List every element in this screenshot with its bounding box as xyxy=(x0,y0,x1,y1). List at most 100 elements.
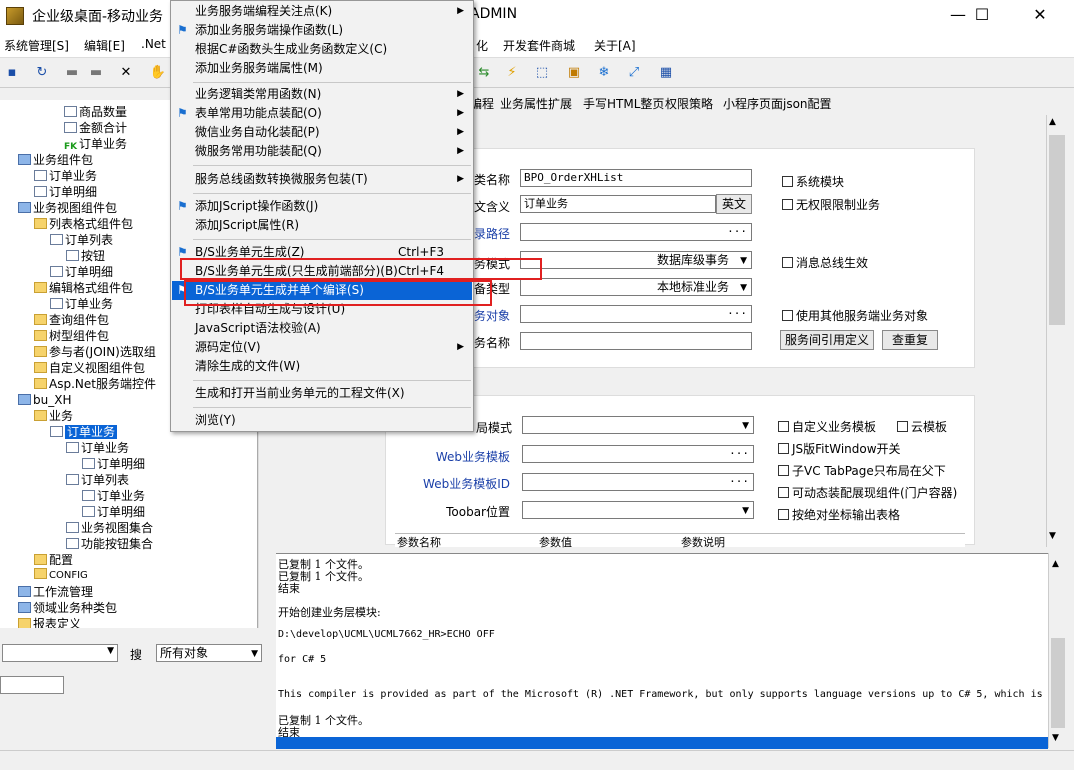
menu-item[interactable]: 微服务常用功能装配(Q) ▶ xyxy=(172,142,472,161)
tree-node[interactable]: 订单明细 xyxy=(82,456,145,472)
transaction-mode-select[interactable]: 数据库级事务 ▼ xyxy=(520,251,752,269)
tree-node[interactable]: 订单明细 xyxy=(82,504,145,520)
menu-net[interactable]: .Net xyxy=(141,37,166,51)
menu-item[interactable]: JavaScript语法校验(A) xyxy=(172,319,472,338)
english-button[interactable]: 英文 xyxy=(716,194,752,214)
menu-item[interactable]: 微信业务自动化装配(P) ▶ xyxy=(172,123,472,142)
browse-icon[interactable]: ··· xyxy=(727,224,747,240)
menu-item[interactable]: 服务总线函数转换微服务包装(T) ▶ xyxy=(172,170,472,189)
tree-node[interactable]: 订单业务 xyxy=(34,168,97,184)
menu-about[interactable]: 关于[A] xyxy=(594,37,636,54)
menu-item[interactable]: 源码定位(V) ▶ xyxy=(172,338,472,357)
js-fitwindow-checkbox[interactable]: JS版FitWindow开关 xyxy=(778,440,901,457)
tree-node[interactable]: bu_XH xyxy=(18,392,71,408)
menu-system[interactable]: 系统管理[S] xyxy=(4,37,69,54)
tree-node[interactable]: 订单明细 xyxy=(50,264,113,280)
custom-template-checkbox[interactable]: 自定义业务模板 xyxy=(778,418,876,435)
tree-node[interactable]: 业务视图集合 xyxy=(66,520,153,536)
copy-icon[interactable]: ▬ xyxy=(86,63,106,83)
menu-item[interactable]: 业务逻辑类常用函数(N) ▶ xyxy=(172,85,472,104)
menu-item[interactable]: 添加业务服务端属性(M) xyxy=(172,59,472,78)
tree-node[interactable]: 订单列表 xyxy=(50,232,113,248)
system-module-checkbox[interactable]: 系统模块 xyxy=(782,173,844,190)
menu-item[interactable]: ⚑ 添加业务服务端操作函数(L) xyxy=(172,21,472,40)
menu-edit[interactable]: 编辑[E] xyxy=(84,37,125,54)
service-object-input[interactable]: ··· xyxy=(520,305,752,323)
browse-icon[interactable]: ··· xyxy=(727,306,747,322)
tree-node[interactable]: 领域业务种类包 xyxy=(18,600,117,616)
toolbar-position-select[interactable]: ▼ xyxy=(522,501,754,519)
tree-node[interactable]: 自定义视图组件包 xyxy=(34,360,145,376)
message-bus-checkbox[interactable]: 消息总线生效 xyxy=(782,254,868,271)
tabpage-layout-checkbox[interactable]: 子VC TabPage只布局在父下 xyxy=(778,462,946,479)
absolute-coords-checkbox[interactable]: 按绝对坐标输出表格 xyxy=(778,506,900,523)
dir-path-input[interactable]: ··· xyxy=(520,223,752,241)
tab-permission[interactable]: 权限策略 xyxy=(665,95,713,112)
tree-node[interactable]: 工作流管理 xyxy=(18,584,93,600)
menu-item[interactable]: 生成和打开当前业务单元的工程文件(X) xyxy=(172,384,472,403)
dynamic-assembly-checkbox[interactable]: 可动态装配展现组件(门户容器) xyxy=(778,484,957,501)
menu-item[interactable]: 根据C#函数头生成业务函数定义(C) xyxy=(172,40,472,59)
tree-node[interactable]: 业务组件包 xyxy=(18,152,93,168)
tree-node[interactable]: 编辑格式组件包 xyxy=(34,280,133,296)
close-button[interactable]: ✕ xyxy=(1017,0,1063,30)
menu-item[interactable]: ⚑ 表单常用功能点装配(O) ▶ xyxy=(172,104,472,123)
menu-dev-store[interactable]: 开发套件商城 xyxy=(503,37,575,54)
tree-node[interactable]: 报表定义 xyxy=(18,616,81,628)
menu-item[interactable]: ⚑ 添加JScript操作函数(J) xyxy=(172,197,472,216)
tree-node[interactable]: 配置 xyxy=(34,552,73,568)
scroll-thumb[interactable] xyxy=(1051,638,1065,728)
tree-node[interactable]: 金额合计 xyxy=(64,120,127,136)
menu-item[interactable]: 业务服务端编程关注点(K) ▶ xyxy=(172,2,472,21)
save-icon[interactable]: ▪ xyxy=(2,63,22,83)
scroll-up-icon[interactable]: ▲ xyxy=(1052,559,1059,569)
tree-node[interactable]: 查询组件包 xyxy=(34,312,109,328)
tree-node[interactable]: 功能按钮集合 xyxy=(66,536,153,552)
tab-html-page[interactable]: 手写HTML整页 xyxy=(583,95,664,112)
cloud-template-checkbox[interactable]: 云模板 xyxy=(897,418,947,435)
maximize-button[interactable]: ☐ xyxy=(959,0,1005,30)
snowflake-icon[interactable]: ❄ xyxy=(594,63,614,83)
service-name-input[interactable] xyxy=(520,332,752,350)
browse-icon[interactable]: ··· xyxy=(729,474,749,490)
menu-item[interactable]: 浏览(Y) xyxy=(172,411,472,430)
tree-node[interactable]: Asp.Net服务端控件 xyxy=(34,376,156,392)
tree-node[interactable]: 订单明细 xyxy=(34,184,97,200)
delete-icon[interactable]: ✕ xyxy=(116,63,136,83)
tab-business-ext[interactable]: 业务属性扩展 xyxy=(500,95,572,112)
tree-node-selected[interactable]: 订单业务 xyxy=(50,424,118,440)
web-template-input[interactable]: ··· xyxy=(522,445,754,463)
scroll-down-icon[interactable]: ▼ xyxy=(1049,531,1056,541)
refresh-icon[interactable]: ↻ xyxy=(32,63,52,83)
menu-hua[interactable]: 化 xyxy=(476,37,488,54)
tree-node[interactable]: 业务视图组件包 xyxy=(18,200,117,216)
service-type-select[interactable]: 本地标准业务 ▼ xyxy=(520,278,752,296)
tree-node[interactable]: 列表格式组件包 xyxy=(34,216,133,232)
tab-miniprogram[interactable]: 小程序页面json配置 xyxy=(723,95,832,112)
tree-node[interactable]: 按钮 xyxy=(66,248,105,264)
object-type-select[interactable]: 所有对象 ▼ xyxy=(156,644,262,662)
tree-node[interactable]: 业务 xyxy=(34,408,73,424)
arrows-icon[interactable]: ⇆ xyxy=(474,63,494,83)
service-reference-button[interactable]: 服务间引用定义 xyxy=(780,330,874,350)
class-name-input[interactable]: BPO_OrderXHList xyxy=(520,169,752,187)
grid-icon[interactable]: ▦ xyxy=(656,63,676,83)
tree-node[interactable]: 订单业务 xyxy=(50,296,113,312)
menu-item[interactable]: 清除生成的文件(W) xyxy=(172,357,472,376)
tree-node[interactable]: CONFIG xyxy=(34,568,88,584)
cut-icon[interactable]: ▬ xyxy=(62,63,82,83)
use-other-service-checkbox[interactable]: 使用其他服务端业务对象 xyxy=(782,307,928,324)
scroll-up-icon[interactable]: ▲ xyxy=(1049,117,1056,127)
check-duplicate-button[interactable]: 查重复 xyxy=(882,330,938,350)
image-icon[interactable]: ▣ xyxy=(564,63,584,83)
scroll-thumb[interactable] xyxy=(1049,135,1065,325)
layout-mode-select[interactable]: ▼ xyxy=(522,416,754,434)
output-scrollbar[interactable]: ▲ ▼ xyxy=(1048,553,1066,748)
tree-node[interactable]: FK 订单业务 xyxy=(64,136,127,152)
tree-node[interactable]: 树型组件包 xyxy=(34,328,109,344)
lightning-icon[interactable]: ⚡ xyxy=(502,63,522,83)
select-icon[interactable]: ⬚ xyxy=(532,63,552,83)
chinese-meaning-input[interactable]: 订单业务 xyxy=(520,195,716,213)
form-scrollbar[interactable]: ▲ ▼ xyxy=(1046,115,1066,547)
scroll-down-icon[interactable]: ▼ xyxy=(1052,733,1059,743)
